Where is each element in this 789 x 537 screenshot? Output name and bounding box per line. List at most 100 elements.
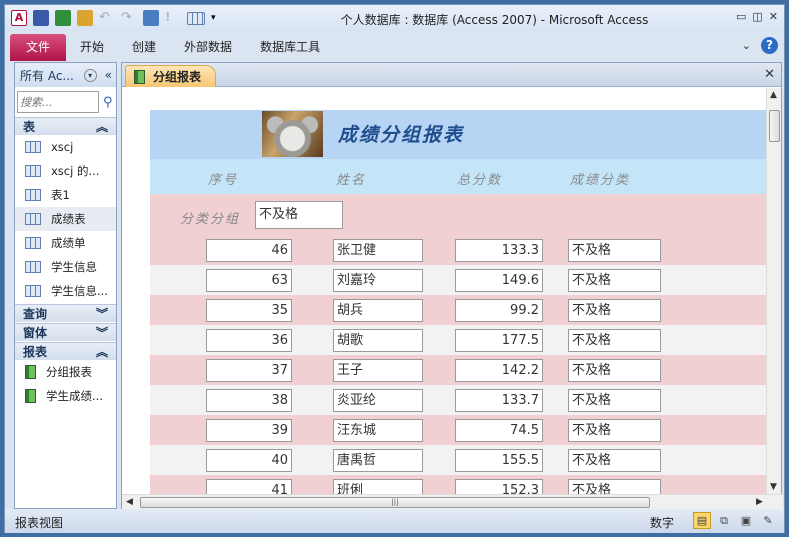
help-icon[interactable]: ? bbox=[761, 37, 778, 54]
field-category[interactable]: 不及格 bbox=[568, 389, 661, 412]
koala-image bbox=[262, 111, 323, 157]
ribbon-expand-icon[interactable]: ⌄ bbox=[742, 39, 751, 52]
status-bar: 报表视图 数字 ▤ ⧉ ▣ ✎ bbox=[5, 509, 784, 533]
field-total[interactable]: 177.5 bbox=[455, 329, 543, 352]
nav-search-input[interactable] bbox=[17, 91, 99, 113]
ribbon-tabs: 文件 开始 创建 外部数据 数据库工具 ⌄ ? bbox=[5, 32, 784, 61]
nav-item-table[interactable]: 表1 bbox=[15, 183, 116, 207]
table-icon bbox=[25, 285, 41, 297]
expand-chevron-icon: ︾ bbox=[95, 307, 108, 321]
field-category[interactable]: 不及格 bbox=[568, 359, 661, 382]
field-name[interactable]: 王子 bbox=[333, 359, 423, 382]
nav-item-table[interactable]: 学生信息 bbox=[15, 255, 116, 279]
field-id[interactable]: 46 bbox=[206, 239, 292, 262]
field-category[interactable]: 不及格 bbox=[568, 269, 661, 292]
item-label: 成绩单 bbox=[51, 236, 86, 250]
table-row: 63 刘嘉玲 149.6 不及格 bbox=[150, 265, 766, 295]
nav-item-report[interactable]: 分组报表 bbox=[15, 360, 116, 384]
nav-item-table[interactable]: 学生信息... bbox=[15, 279, 116, 303]
navigation-pane: 所有 Ac... ▾ « ⚲ 表︽ xscj xscj 的... 表1 成绩表 … bbox=[14, 62, 117, 509]
tab-database-tools[interactable]: 数据库工具 bbox=[246, 34, 334, 61]
item-label: 学生信息... bbox=[51, 284, 108, 298]
field-id[interactable]: 41 bbox=[206, 479, 292, 494]
field-category[interactable]: 不及格 bbox=[568, 449, 661, 472]
field-id[interactable]: 35 bbox=[206, 299, 292, 322]
field-name[interactable]: 唐禹哲 bbox=[333, 449, 423, 472]
field-total[interactable]: 133.7 bbox=[455, 389, 543, 412]
field-name[interactable]: 胡歌 bbox=[333, 329, 423, 352]
item-label: xscj bbox=[51, 140, 74, 154]
field-id[interactable]: 40 bbox=[206, 449, 292, 472]
close-document-icon[interactable]: ✕ bbox=[764, 67, 775, 82]
tab-external-data[interactable]: 外部数据 bbox=[170, 34, 246, 61]
field-id[interactable]: 36 bbox=[206, 329, 292, 352]
collapse-nav-icon[interactable]: « bbox=[105, 68, 112, 82]
field-total[interactable]: 133.3 bbox=[455, 239, 543, 262]
nav-item-table[interactable]: 成绩单 bbox=[15, 231, 116, 255]
document-tab-grouped-report[interactable]: 分组报表 bbox=[125, 65, 217, 87]
field-total[interactable]: 142.2 bbox=[455, 359, 543, 382]
layout-view-icon[interactable]: ▣ bbox=[737, 512, 755, 529]
nav-menu-dropdown-icon[interactable]: ▾ bbox=[83, 68, 97, 82]
tab-create[interactable]: 创建 bbox=[118, 34, 170, 61]
search-icon[interactable]: ⚲ bbox=[103, 95, 113, 110]
report-title: 成绩分组报表 bbox=[338, 124, 465, 146]
vertical-scroll-thumb[interactable] bbox=[769, 110, 780, 142]
field-id[interactable]: 39 bbox=[206, 419, 292, 442]
field-name[interactable]: 张卫健 bbox=[333, 239, 423, 262]
table-row: 37 王子 142.2 不及格 bbox=[150, 355, 766, 385]
field-category[interactable]: 不及格 bbox=[568, 299, 661, 322]
report-view: 成绩分组报表 序号 姓名 总分数 成绩分类 分类分组 不及格 46 张卫健 133.… bbox=[122, 88, 766, 494]
tab-home[interactable]: 开始 bbox=[66, 34, 118, 61]
field-name[interactable]: 班俐 bbox=[333, 479, 423, 494]
close-button[interactable]: ✕ bbox=[769, 10, 778, 23]
status-numlock: 数字 bbox=[650, 516, 675, 530]
table-row: 36 胡歌 177.5 不及格 bbox=[150, 325, 766, 355]
scroll-down-icon[interactable]: ▼ bbox=[770, 482, 777, 492]
group-value-field[interactable]: 不及格 bbox=[255, 201, 343, 229]
nav-item-table[interactable]: xscj bbox=[15, 135, 116, 159]
tab-file[interactable]: 文件 bbox=[10, 34, 67, 61]
field-total[interactable]: 74.5 bbox=[455, 419, 543, 442]
design-view-icon[interactable]: ✎ bbox=[759, 512, 777, 529]
print-preview-icon[interactable]: ⧉ bbox=[715, 512, 733, 529]
field-category[interactable]: 不及格 bbox=[568, 239, 661, 262]
nav-section-forms[interactable]: 窗体 ︾ bbox=[15, 323, 116, 341]
nav-section-tables[interactable]: 表 ︽ bbox=[15, 117, 116, 135]
window-title: 个人数据库 : 数据库 (Access 2007) - Microsoft Ac… bbox=[340, 13, 649, 27]
scroll-up-icon[interactable]: ▲ bbox=[770, 90, 777, 100]
nav-pane-header[interactable]: 所有 Ac... bbox=[20, 67, 74, 84]
report-view-icon[interactable]: ▤ bbox=[693, 512, 711, 529]
restore-button[interactable]: ◫ bbox=[752, 10, 762, 23]
field-category[interactable]: 不及格 bbox=[568, 329, 661, 352]
nav-item-table[interactable]: xscj 的... bbox=[15, 159, 116, 183]
scroll-right-icon[interactable]: ▶ bbox=[756, 497, 763, 507]
nav-item-table[interactable]: 成绩表 bbox=[15, 207, 116, 231]
field-id[interactable]: 38 bbox=[206, 389, 292, 412]
field-name[interactable]: 汪东城 bbox=[333, 419, 423, 442]
table-icon bbox=[25, 213, 41, 225]
field-id[interactable]: 37 bbox=[206, 359, 292, 382]
item-label: 学生成绩... bbox=[46, 389, 103, 403]
field-name[interactable]: 刘嘉玲 bbox=[333, 269, 423, 292]
field-name[interactable]: 胡兵 bbox=[333, 299, 423, 322]
field-total[interactable]: 149.6 bbox=[455, 269, 543, 292]
field-category[interactable]: 不及格 bbox=[568, 419, 661, 442]
horizontal-scroll-thumb[interactable]: ||| bbox=[140, 497, 650, 508]
vertical-scrollbar[interactable]: ▲ ▼ bbox=[766, 88, 781, 494]
status-view-label: 报表视图 bbox=[15, 516, 64, 530]
collapse-chevron-icon: ︽ bbox=[95, 345, 108, 359]
table-row: 38 炎亚纶 133.7 不及格 bbox=[150, 385, 766, 415]
horizontal-scrollbar[interactable]: ◀ ||| ▶ bbox=[122, 494, 783, 509]
minimize-button[interactable]: ▭ bbox=[736, 10, 746, 23]
field-total[interactable]: 152.3 bbox=[455, 479, 543, 494]
nav-section-reports[interactable]: 报表 ︽ bbox=[15, 342, 116, 360]
field-category[interactable]: 不及格 bbox=[568, 479, 661, 494]
field-total[interactable]: 155.5 bbox=[455, 449, 543, 472]
field-id[interactable]: 63 bbox=[206, 269, 292, 292]
nav-section-queries[interactable]: 查询 ︾ bbox=[15, 304, 116, 322]
field-total[interactable]: 99.2 bbox=[455, 299, 543, 322]
nav-item-report[interactable]: 学生成绩... bbox=[15, 384, 116, 408]
scroll-left-icon[interactable]: ◀ bbox=[126, 497, 133, 507]
field-name[interactable]: 炎亚纶 bbox=[333, 389, 423, 412]
